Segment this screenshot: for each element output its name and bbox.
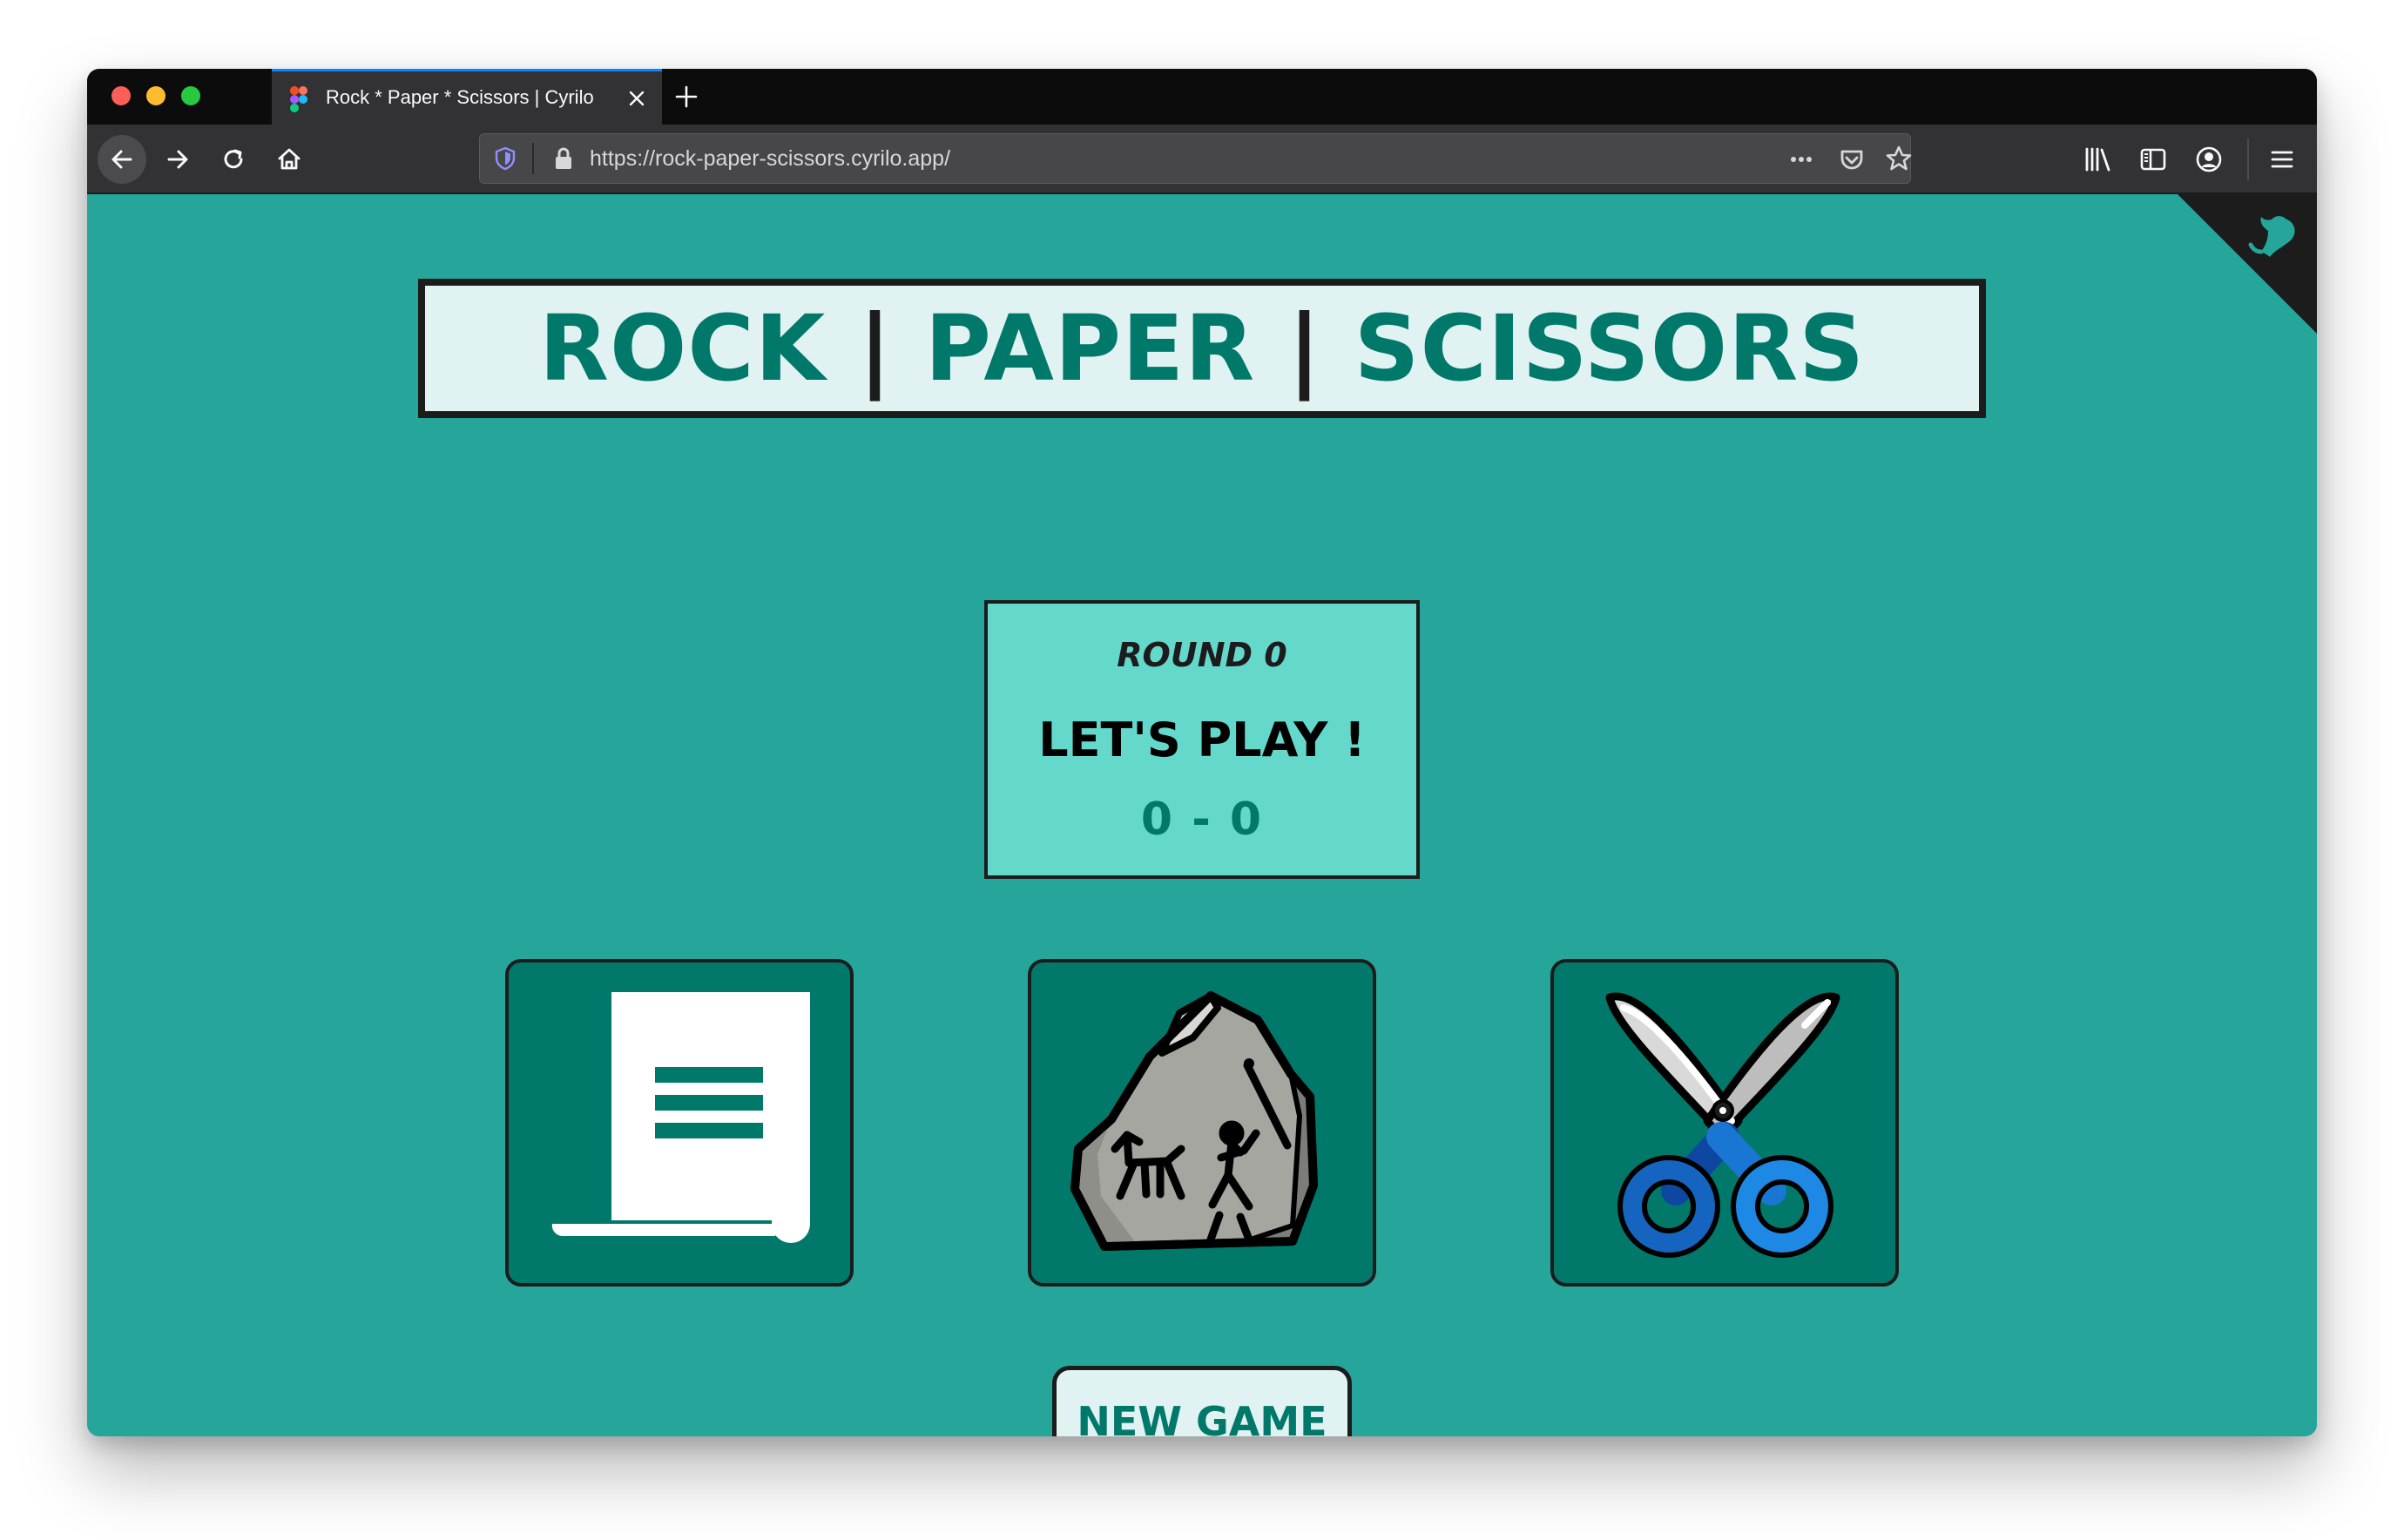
url-text[interactable]: https://rock-paper-scissors.cyrilo.app/ xyxy=(590,146,950,172)
rock-choice-button[interactable] xyxy=(1028,959,1376,1287)
maximize-window-button[interactable] xyxy=(181,86,200,105)
toolbar-divider xyxy=(2247,138,2249,180)
browser-toolbar: https://rock-paper-scissors.cyrilo.app/ xyxy=(87,125,2317,194)
sidebar-icon[interactable] xyxy=(2137,144,2169,175)
library-icon[interactable] xyxy=(2082,144,2113,175)
more-actions-icon[interactable] xyxy=(1786,145,1816,174)
rock-icon xyxy=(1070,991,1318,1251)
status-message: LET'S PLAY ! xyxy=(1038,713,1366,767)
home-button[interactable] xyxy=(265,135,314,184)
browser-tab[interactable]: Rock * Paper * Scissors | Cyrilo xyxy=(272,69,662,125)
bookmark-star-icon[interactable] xyxy=(1884,144,1914,173)
title-rock: ROCK xyxy=(538,295,827,402)
tab-bar: Rock * Paper * Scissors | Cyrilo xyxy=(87,69,2317,125)
hamburger-menu-icon[interactable] xyxy=(2266,144,2298,175)
score-display: 0 - 0 xyxy=(1140,794,1264,846)
page-title: ROCK | PAPER | SCISSORS xyxy=(539,303,1865,394)
url-separator xyxy=(532,143,534,174)
figma-icon xyxy=(290,86,307,112)
lock-icon[interactable] xyxy=(551,145,576,172)
paper-icon xyxy=(551,992,810,1243)
title-banner: ROCK | PAPER | SCISSORS xyxy=(418,279,1986,418)
close-window-button[interactable] xyxy=(111,86,131,105)
back-button[interactable] xyxy=(98,135,146,184)
browser-window: Rock * Paper * Scissors | Cyrilo https:/… xyxy=(87,69,2317,1436)
url-bar[interactable]: https://rock-paper-scissors.cyrilo.app/ xyxy=(479,133,1914,184)
title-paper: PAPER xyxy=(924,295,1256,402)
new-tab-icon[interactable] xyxy=(672,83,700,111)
pocket-icon[interactable] xyxy=(1837,145,1867,174)
home-icon xyxy=(278,148,300,170)
title-separator: | xyxy=(858,295,893,402)
arrow-left-icon xyxy=(111,150,132,169)
tab-title: Rock * Paper * Scissors | Cyrilo xyxy=(326,86,594,108)
title-scissors: SCISSORS xyxy=(1354,295,1866,402)
forward-button[interactable] xyxy=(153,135,202,184)
game-page: ROCK | PAPER | SCISSORS ROUND 0 LET'S PL… xyxy=(87,194,2317,1436)
title-separator: | xyxy=(1287,295,1322,402)
tracking-protection-icon[interactable] xyxy=(492,145,518,172)
close-tab-icon[interactable] xyxy=(624,85,650,111)
github-corner-icon[interactable] xyxy=(2178,194,2317,334)
reload-icon xyxy=(224,149,243,169)
round-label: ROUND 0 xyxy=(1117,636,1287,674)
reload-button[interactable] xyxy=(209,135,258,184)
paper-choice-button[interactable] xyxy=(505,959,854,1287)
arrow-right-icon xyxy=(167,150,188,169)
new-game-button[interactable]: NEW GAME xyxy=(1052,1366,1352,1436)
scissors-icon xyxy=(1605,992,1840,1258)
scissors-choice-button[interactable] xyxy=(1550,959,1899,1287)
minimize-window-button[interactable] xyxy=(146,86,165,105)
account-icon[interactable] xyxy=(2193,144,2225,175)
scoreboard: ROUND 0 LET'S PLAY ! 0 - 0 xyxy=(984,600,1420,879)
